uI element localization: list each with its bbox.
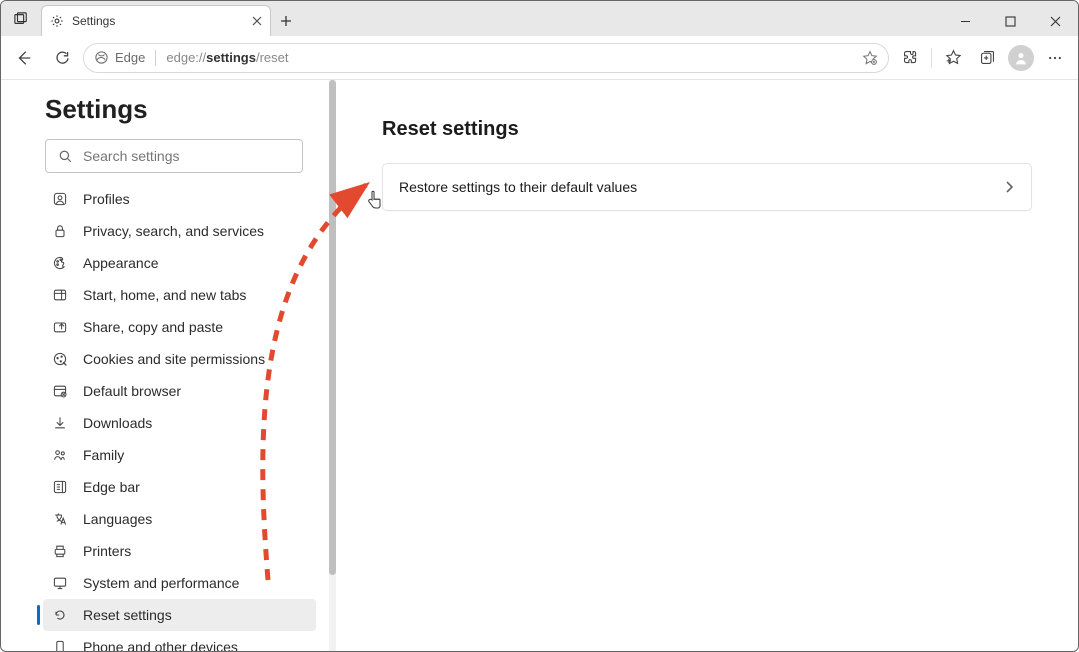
appearance-icon xyxy=(51,255,69,271)
gear-icon xyxy=(50,14,64,28)
sidebar-item-label: Profiles xyxy=(83,191,130,207)
sidebar-item-label: Phone and other devices xyxy=(83,639,238,651)
sidebar-item-printer[interactable]: Printers xyxy=(43,535,316,567)
browser-toolbar: Edge edge://settings/reset xyxy=(1,36,1078,80)
sidebar-item-label: Languages xyxy=(83,511,152,527)
sidebar-item-appearance[interactable]: Appearance xyxy=(43,247,316,279)
cookie-icon xyxy=(51,351,69,367)
minimize-button[interactable] xyxy=(943,6,988,36)
sidebar-item-browser[interactable]: Default browser xyxy=(43,375,316,407)
tab-title: Settings xyxy=(72,14,115,28)
settings-heading: Settings xyxy=(45,94,316,125)
site-label: Edge xyxy=(115,50,145,65)
title-bar: Settings xyxy=(1,1,1078,36)
search-settings[interactable] xyxy=(45,139,303,173)
close-window-button[interactable] xyxy=(1033,6,1078,36)
settings-sidebar: Settings Profiles Privacy, search, and se… xyxy=(1,80,336,651)
sidebar-item-label: Start, home, and new tabs xyxy=(83,287,246,303)
sidebar-item-label: Edge bar xyxy=(83,479,140,495)
sidebar-item-home-tab[interactable]: Start, home, and new tabs xyxy=(43,279,316,311)
sidebar-item-label: Cookies and site permissions xyxy=(83,351,265,367)
site-identity[interactable]: Edge xyxy=(94,50,145,65)
extensions-button[interactable] xyxy=(893,42,927,74)
sidebar-item-label: Share, copy and paste xyxy=(83,319,223,335)
phone-icon xyxy=(51,639,69,651)
sidebar-item-label: Privacy, search, and services xyxy=(83,223,264,239)
sidebar-item-phone[interactable]: Phone and other devices xyxy=(43,631,316,651)
window-controls xyxy=(943,6,1078,36)
sidebar-item-profile[interactable]: Profiles xyxy=(43,183,316,215)
home-tab-icon xyxy=(51,287,69,303)
sidebar-item-label: Reset settings xyxy=(83,607,172,623)
chevron-right-icon xyxy=(1003,181,1015,193)
language-icon xyxy=(51,511,69,527)
sidebar-item-cookie[interactable]: Cookies and site permissions xyxy=(43,343,316,375)
sidebar-item-edgebar[interactable]: Edge bar xyxy=(43,471,316,503)
printer-icon xyxy=(51,543,69,559)
share-icon xyxy=(51,319,69,335)
sidebar-item-language[interactable]: Languages xyxy=(43,503,316,535)
sidebar-item-label: Downloads xyxy=(83,415,152,431)
maximize-button[interactable] xyxy=(988,6,1033,36)
search-icon xyxy=(58,149,73,164)
sidebar-item-lock[interactable]: Privacy, search, and services xyxy=(43,215,316,247)
page-title: Reset settings xyxy=(382,118,1032,141)
collections-button[interactable] xyxy=(970,42,1004,74)
sidebar-item-system[interactable]: System and performance xyxy=(43,567,316,599)
back-button[interactable] xyxy=(7,42,41,74)
sidebar-item-label: Printers xyxy=(83,543,131,559)
tab-settings[interactable]: Settings xyxy=(41,5,271,36)
refresh-button[interactable] xyxy=(45,42,79,74)
system-icon xyxy=(51,575,69,591)
sidebar-scroll[interactable] xyxy=(329,80,336,651)
sidebar-item-label: Appearance xyxy=(83,255,159,271)
sidebar-item-family[interactable]: Family xyxy=(43,439,316,471)
sidebar-item-download[interactable]: Downloads xyxy=(43,407,316,439)
edgebar-icon xyxy=(51,479,69,495)
favorite-star-icon[interactable] xyxy=(862,50,878,66)
download-icon xyxy=(51,415,69,431)
sidebar-item-reset[interactable]: Reset settings xyxy=(43,599,316,631)
reset-icon xyxy=(51,607,69,623)
sidebar-item-label: Default browser xyxy=(83,383,181,399)
address-bar[interactable]: Edge edge://settings/reset xyxy=(83,43,889,73)
new-tab-button[interactable] xyxy=(271,5,301,36)
sidebar-item-share[interactable]: Share, copy and paste xyxy=(43,311,316,343)
profile-button[interactable] xyxy=(1004,42,1038,74)
sidebar-item-label: Family xyxy=(83,447,124,463)
favorites-button[interactable] xyxy=(936,42,970,74)
more-button[interactable] xyxy=(1038,42,1072,74)
search-input[interactable] xyxy=(83,148,290,164)
lock-icon xyxy=(51,223,69,239)
card-label: Restore settings to their default values xyxy=(399,179,637,195)
settings-main: Reset settings Restore settings to their… xyxy=(336,80,1078,651)
restore-defaults-card[interactable]: Restore settings to their default values xyxy=(382,163,1032,211)
scroll-thumb[interactable] xyxy=(329,80,336,575)
tab-actions-button[interactable] xyxy=(1,1,41,36)
url-text: edge://settings/reset xyxy=(166,50,288,65)
profile-icon xyxy=(51,191,69,207)
family-icon xyxy=(51,447,69,463)
settings-nav: Profiles Privacy, search, and services App… xyxy=(43,183,316,651)
browser-icon xyxy=(51,383,69,399)
close-tab-icon[interactable] xyxy=(252,16,262,26)
avatar-icon xyxy=(1008,45,1034,71)
sidebar-item-label: System and performance xyxy=(83,575,239,591)
